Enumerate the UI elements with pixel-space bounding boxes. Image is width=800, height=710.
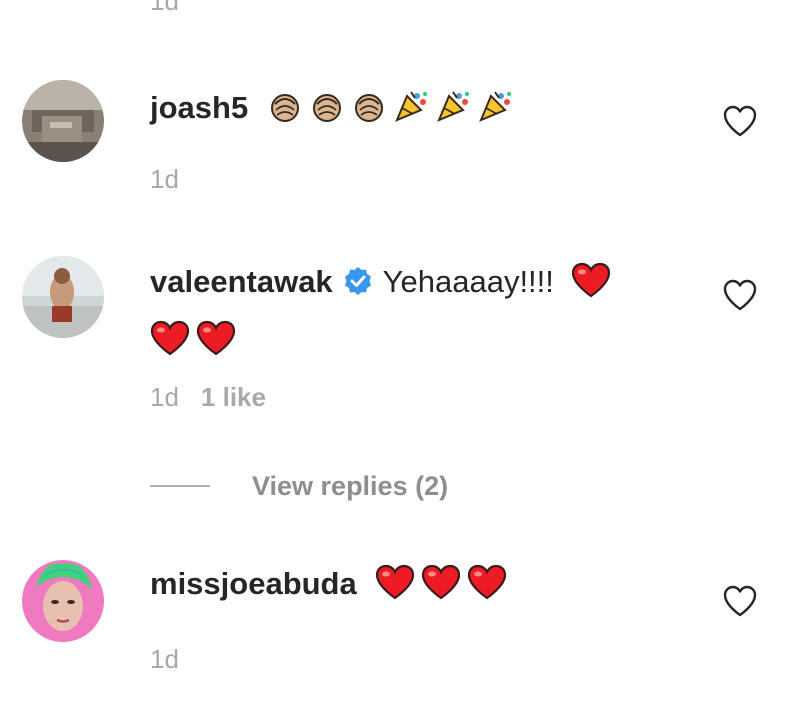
emoji-group bbox=[367, 564, 514, 601]
red-heart-icon bbox=[196, 320, 236, 372]
red-heart-icon bbox=[467, 564, 507, 616]
previous-comment-time: 1d bbox=[150, 0, 179, 16]
verified-badge-icon bbox=[343, 260, 373, 312]
view-replies-label: View replies (2) bbox=[252, 470, 449, 501]
comment-text: joash5 bbox=[150, 82, 670, 140]
comment-meta: 1d bbox=[150, 644, 179, 675]
comment-meta: 1d bbox=[150, 164, 179, 195]
comment-text: missjoeabuda bbox=[150, 558, 670, 616]
comment-time[interactable]: 1d bbox=[150, 382, 179, 412]
view-replies-button[interactable]: View replies (2) bbox=[150, 466, 448, 506]
comment-body: Yehaaaay!!!! bbox=[382, 264, 554, 299]
clapping-hands-icon bbox=[267, 88, 303, 140]
party-popper-icon bbox=[435, 88, 471, 140]
red-heart-icon bbox=[150, 320, 190, 372]
comment-text: valeentawak Yehaaaay!!!! bbox=[150, 256, 670, 372]
party-popper-icon bbox=[393, 88, 429, 140]
username-link[interactable]: joash5 bbox=[150, 90, 248, 125]
comment-meta: 1d 1 like bbox=[150, 382, 266, 413]
red-heart-icon bbox=[421, 564, 461, 616]
username-link[interactable]: missjoeabuda bbox=[150, 566, 357, 601]
comment-time[interactable]: 1d bbox=[150, 644, 179, 674]
avatar-missjoeabuda[interactable] bbox=[22, 560, 104, 642]
avatar-joash5[interactable] bbox=[22, 80, 104, 162]
like-heart-icon[interactable] bbox=[722, 104, 758, 138]
like-heart-icon[interactable] bbox=[722, 278, 758, 312]
username-link[interactable]: valeentawak bbox=[150, 264, 333, 299]
clapping-hands-icon bbox=[351, 88, 387, 140]
party-popper-icon bbox=[477, 88, 513, 140]
clapping-hands-icon bbox=[309, 88, 345, 140]
likes-count[interactable]: 1 like bbox=[201, 382, 266, 412]
emoji-group bbox=[258, 90, 519, 125]
red-heart-icon bbox=[571, 262, 611, 314]
avatar-valeentawak[interactable] bbox=[22, 256, 104, 338]
red-heart-icon bbox=[375, 564, 415, 616]
view-replies-divider bbox=[150, 485, 210, 487]
like-heart-icon[interactable] bbox=[722, 584, 758, 618]
comment-time[interactable]: 1d bbox=[150, 164, 179, 194]
